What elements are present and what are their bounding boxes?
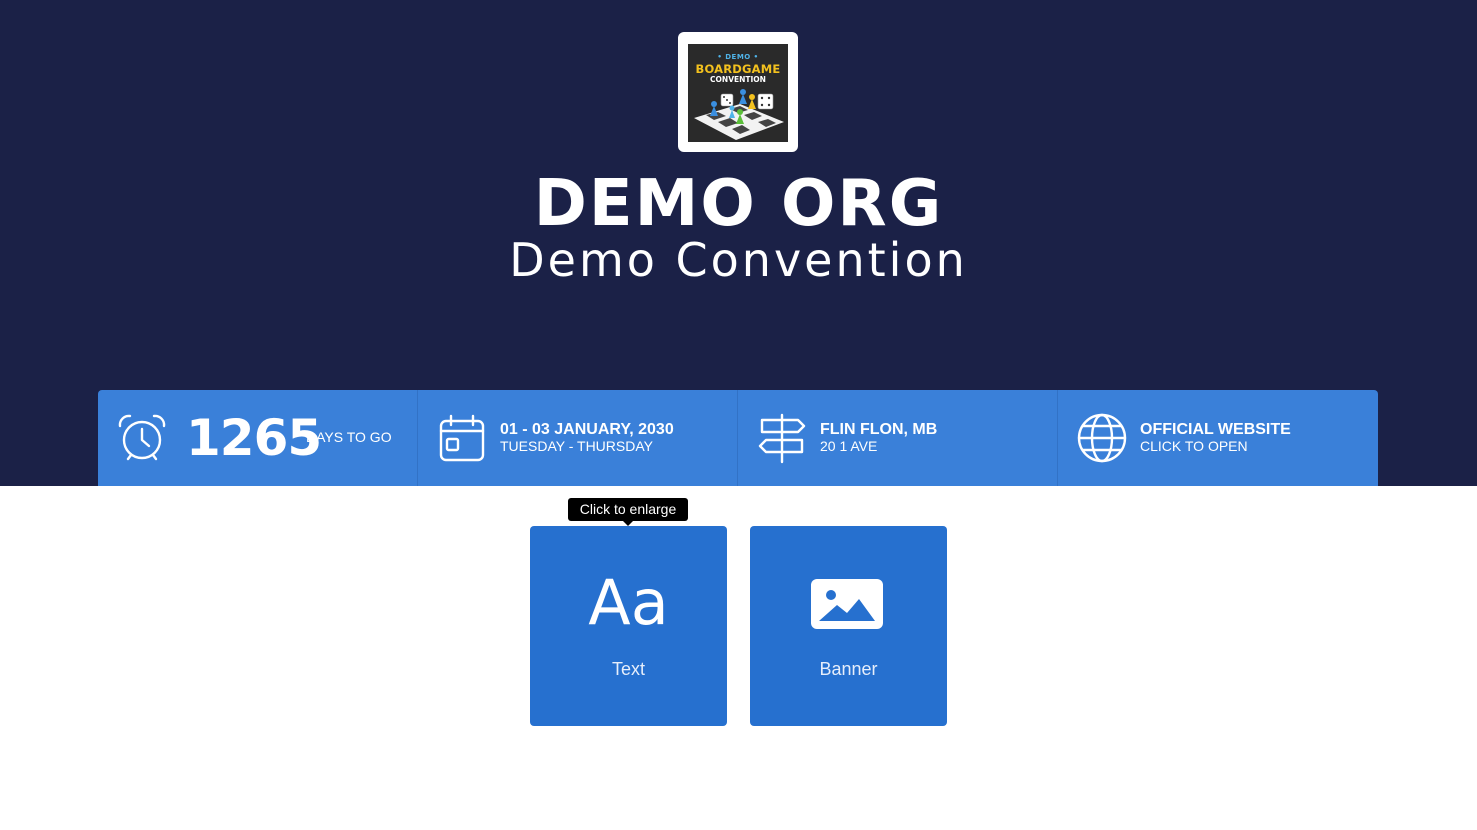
alarm-clock-icon — [118, 414, 166, 461]
convention-logo: • DEMO • BOARDGAME CONVENTION — [678, 32, 798, 152]
days-count: 1265 — [186, 409, 322, 467]
text-tile[interactable]: Aa Text — [530, 526, 727, 726]
dates-cell[interactable]: 01 - 03 JANUARY, 2030 TUESDAY - THURSDAY — [418, 390, 738, 486]
logo-image: • DEMO • BOARDGAME CONVENTION — [688, 44, 788, 142]
enlarge-tooltip: Click to enlarge — [568, 498, 688, 521]
website-cell[interactable]: OFFICIAL WEBSITE CLICK TO OPEN — [1058, 390, 1378, 486]
website-link-hint: CLICK TO OPEN — [1140, 438, 1248, 454]
event-dates: 01 - 03 JANUARY, 2030 — [500, 421, 674, 438]
text-tile-label: Text — [611, 659, 645, 679]
banner-tile[interactable]: Banner — [750, 526, 947, 726]
days-to-go-label: DAYS TO GO — [306, 429, 392, 445]
globe-icon — [1077, 413, 1127, 463]
image-icon — [811, 579, 883, 629]
logo-demo-text: • DEMO • — [717, 53, 759, 61]
hero-section: • DEMO • BOARDGAME CONVENTION DEMO ORG D… — [0, 0, 1477, 486]
logo-subtitle-text: CONVENTION — [710, 75, 766, 84]
location-address: 20 1 AVE — [820, 438, 878, 454]
event-weekdays: TUESDAY - THURSDAY — [500, 438, 653, 454]
location-city: FLIN FLON, MB — [820, 421, 938, 438]
banner-tile-label: Banner — [819, 659, 878, 679]
countdown-cell: 1265 DAYS TO GO — [98, 390, 418, 486]
organization-title: DEMO ORG — [533, 167, 944, 241]
boardgame-artwork — [694, 89, 784, 140]
text-icon: Aa — [588, 566, 669, 639]
calendar-icon — [439, 414, 485, 462]
location-cell[interactable]: FLIN FLON, MB 20 1 AVE — [738, 390, 1058, 486]
signpost-icon — [758, 413, 806, 464]
convention-name: Demo Convention — [509, 233, 968, 287]
website-link-title: OFFICIAL WEBSITE — [1140, 421, 1291, 438]
info-bar: 1265 DAYS TO GO 01 - 03 JANUARY, 2030 TU… — [98, 390, 1378, 486]
logo-title-text: BOARDGAME — [695, 62, 781, 76]
